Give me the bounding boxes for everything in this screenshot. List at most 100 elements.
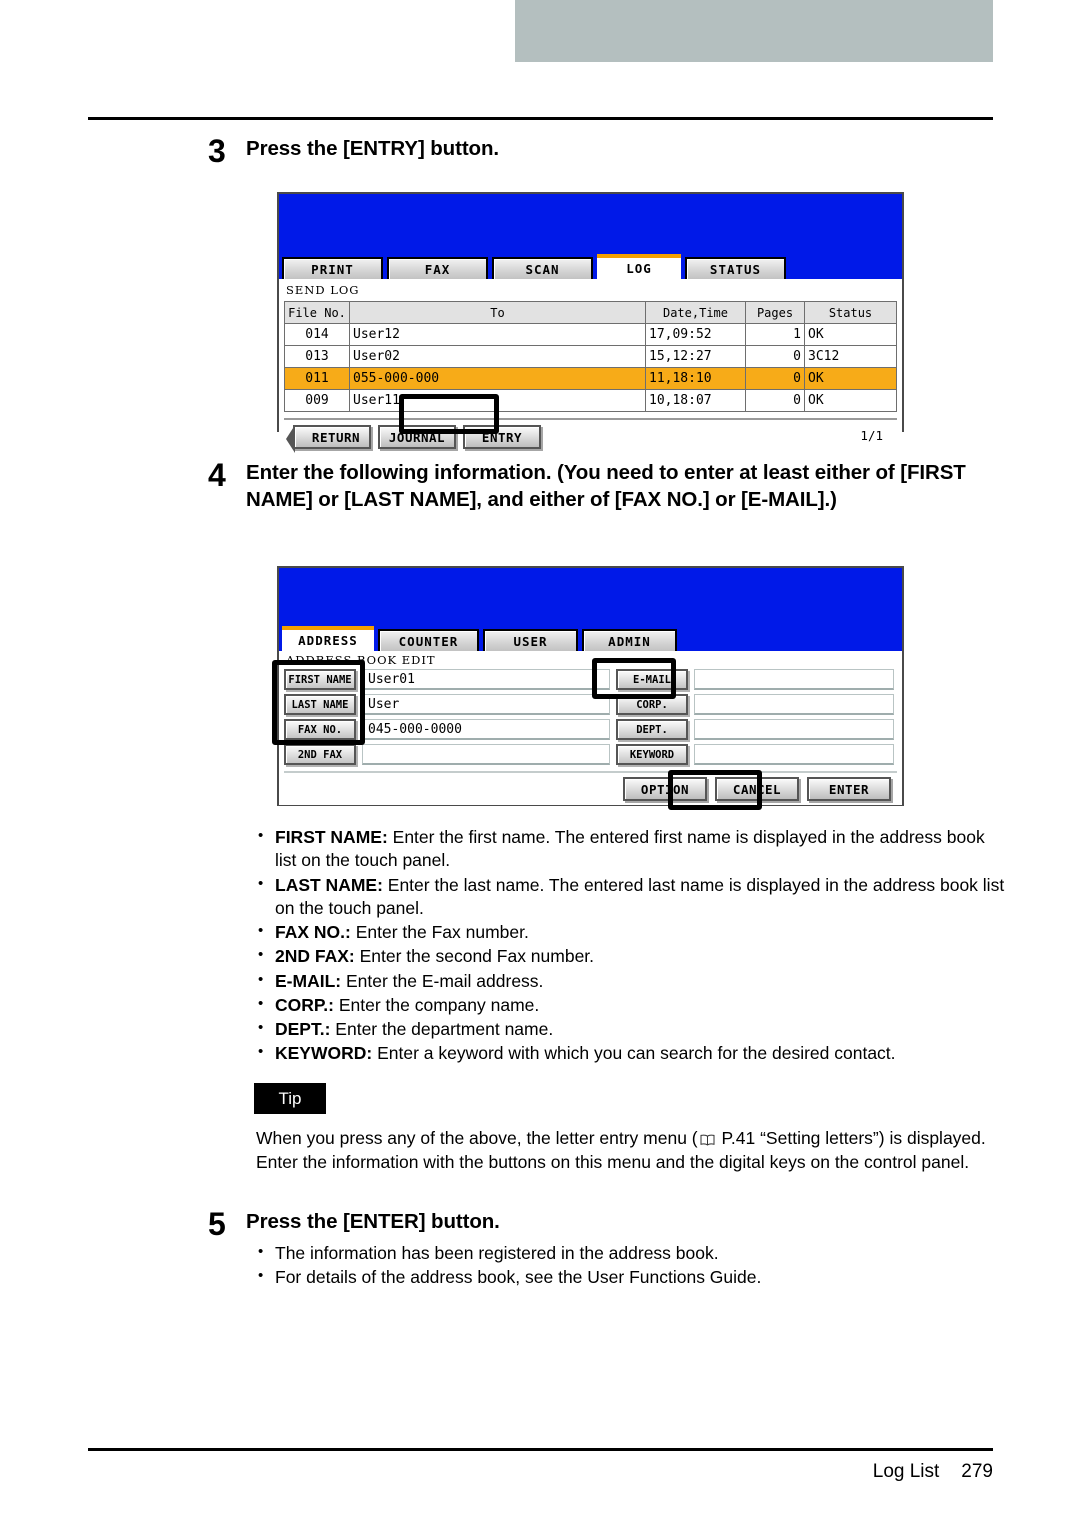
list-item: • LAST NAME: Enter the last name. The en… [258, 874, 1006, 921]
cell-date-time: 17,09:52 [645, 323, 746, 346]
dept-value[interactable] [694, 719, 894, 740]
tab-counter[interactable]: COUNTER [378, 629, 479, 651]
fax-no-button[interactable]: FAX NO. [284, 719, 356, 740]
table-row[interactable]: 009 User11 10,18:07 0 OK [284, 389, 897, 412]
list-item: • FAX NO.: Enter the Fax number. [258, 921, 1006, 944]
list-item-text: LAST NAME: Enter the last name. The ente… [275, 874, 1006, 921]
second-fax-button[interactable]: 2ND FAX [284, 744, 356, 765]
table-header-row: File No. To Date,Time Pages Status [284, 301, 897, 324]
table-row[interactable]: 014 User12 17,09:52 1 OK [284, 323, 897, 346]
tip-text-before: When you press any of the above, the let… [256, 1128, 698, 1148]
return-button[interactable]: RETURN [286, 425, 371, 453]
keyword-value[interactable] [694, 744, 894, 765]
last-name-value[interactable]: User [362, 694, 610, 715]
list-item-text: 2ND FAX: Enter the second Fax number. [275, 945, 594, 968]
cell-file-no: 014 [284, 323, 350, 346]
tab-log[interactable]: LOG [597, 254, 681, 279]
list-item-text: FAX NO.: Enter the Fax number. [275, 921, 529, 944]
option-button[interactable]: OPTION [623, 777, 707, 801]
step-3: 3 Press the [ENTRY] button. [208, 135, 1008, 167]
cell-file-no: 009 [284, 389, 350, 412]
tip-reference: P.41 “Setting letters” [716, 1128, 879, 1148]
tip-text: When you press any of the above, the let… [256, 1127, 1004, 1175]
journal-button[interactable]: JOURNAL [378, 425, 456, 449]
log-screen: PRINT FAX SCAN LOG STATUS SEND LOG File … [277, 192, 904, 454]
email-value[interactable] [694, 669, 894, 690]
entry-button[interactable]: ENTRY [463, 425, 541, 449]
list-item-text: CORP.: Enter the company name. [275, 994, 539, 1017]
list-item: • E-MAIL: Enter the E-mail address. [258, 970, 1006, 993]
dept-button[interactable]: DEPT. [616, 719, 688, 740]
header-gray-band [515, 0, 993, 62]
desc: Enter the second Fax number. [354, 946, 595, 967]
tab-status[interactable]: STATUS [685, 257, 786, 279]
tab-scan[interactable]: SCAN [492, 257, 593, 279]
desc: Enter the E-mail address. [341, 970, 544, 991]
cell-status: OK [804, 323, 897, 346]
step-4-number: 4 [208, 457, 226, 493]
bullet-dot-icon: • [258, 1267, 264, 1285]
bullet-dot-icon: • [258, 1043, 264, 1061]
address-screen-footer: OPTION CANCEL ENTER [284, 771, 897, 805]
cancel-button[interactable]: CANCEL [715, 777, 799, 801]
list-item: • For details of the address book, see t… [258, 1265, 998, 1289]
cell-status: OK [804, 367, 897, 390]
step-4: 4 Enter the following information. (You … [208, 459, 1014, 514]
cell-date-time: 10,18:07 [645, 389, 746, 412]
cell-file-no: 011 [284, 367, 350, 390]
desc: Enter the department name. [330, 1019, 554, 1040]
desc: Enter the company name. [334, 994, 540, 1015]
desc: Enter the Fax number. [350, 922, 529, 943]
log-screen-tabbar: PRINT FAX SCAN LOG STATUS [279, 254, 902, 279]
tab-fax[interactable]: FAX [387, 257, 488, 279]
fax-no-value[interactable]: 045-000-0000 [362, 719, 610, 740]
col-header-date-time: Date,Time [645, 301, 746, 324]
tab-print[interactable]: PRINT [282, 257, 383, 279]
email-button[interactable]: E-MAIL [616, 669, 688, 690]
bullet-dot-icon: • [258, 1243, 264, 1260]
list-item: • KEYWORD: Enter a keyword with which yo… [258, 1042, 1006, 1065]
list-item-text: For details of the address book, see the… [275, 1267, 762, 1288]
first-name-button[interactable]: FIRST NAME [284, 669, 356, 690]
address-screen-tabbar: ADDRESS COUNTER USER ADMIN [279, 626, 902, 651]
step-3-text: Press the [ENTRY] button. [246, 137, 499, 160]
header-divider-rule [88, 117, 993, 120]
cell-file-no: 013 [284, 345, 350, 368]
tab-address[interactable]: ADDRESS [282, 626, 374, 651]
cell-pages: 1 [745, 323, 805, 346]
cell-pages: 0 [745, 367, 805, 390]
corp-button[interactable]: CORP. [616, 694, 688, 715]
table-row[interactable]: 013 User02 15,12:27 0 3C12 [284, 345, 897, 368]
cell-to: 055-000-000 [349, 367, 646, 390]
enter-button[interactable]: ENTER [807, 777, 891, 801]
last-name-button[interactable]: LAST NAME [284, 694, 356, 715]
tab-admin[interactable]: ADMIN [582, 629, 677, 651]
log-screen-body: SEND LOG File No. To Date,Time Pages Sta… [279, 279, 902, 454]
second-fax-value[interactable] [362, 744, 610, 765]
term: 2ND FAX: [275, 946, 355, 967]
col-header-file-no: File No. [284, 301, 350, 324]
cell-date-time: 11,18:10 [645, 367, 746, 390]
list-item: • The information has been registered in… [258, 1241, 998, 1265]
tab-user[interactable]: USER [483, 629, 578, 651]
step-5: 5 Press the [ENTER] button. [208, 1208, 1008, 1240]
list-item: • DEPT.: Enter the department name. [258, 1018, 1006, 1041]
step-5-bullet-list: • The information has been registered in… [258, 1241, 998, 1289]
book-icon [700, 1129, 715, 1146]
corp-value[interactable] [694, 694, 894, 715]
cell-to: User11 [349, 389, 646, 412]
list-item-text: FIRST NAME: Enter the first name. The en… [275, 826, 1006, 873]
send-log-table: File No. To Date,Time Pages Status 014 U… [284, 301, 897, 412]
list-item: • FIRST NAME: Enter the first name. The … [258, 826, 1006, 873]
first-name-value[interactable]: User01 [362, 669, 610, 690]
footer-section-label: Log List [872, 1461, 940, 1482]
term: FAX NO.: [275, 922, 351, 943]
table-row-selected[interactable]: 011 055-000-000 11,18:10 0 OK [284, 367, 897, 390]
cell-date-time: 15,12:27 [645, 345, 746, 368]
term: FIRST NAME: [275, 827, 388, 847]
bullet-dot-icon: • [258, 922, 264, 940]
list-item: • 2ND FAX: Enter the second Fax number. [258, 945, 1006, 968]
bullet-dot-icon: • [258, 1019, 264, 1037]
keyword-button[interactable]: KEYWORD [616, 744, 688, 765]
tip-badge: Tip [254, 1083, 326, 1114]
